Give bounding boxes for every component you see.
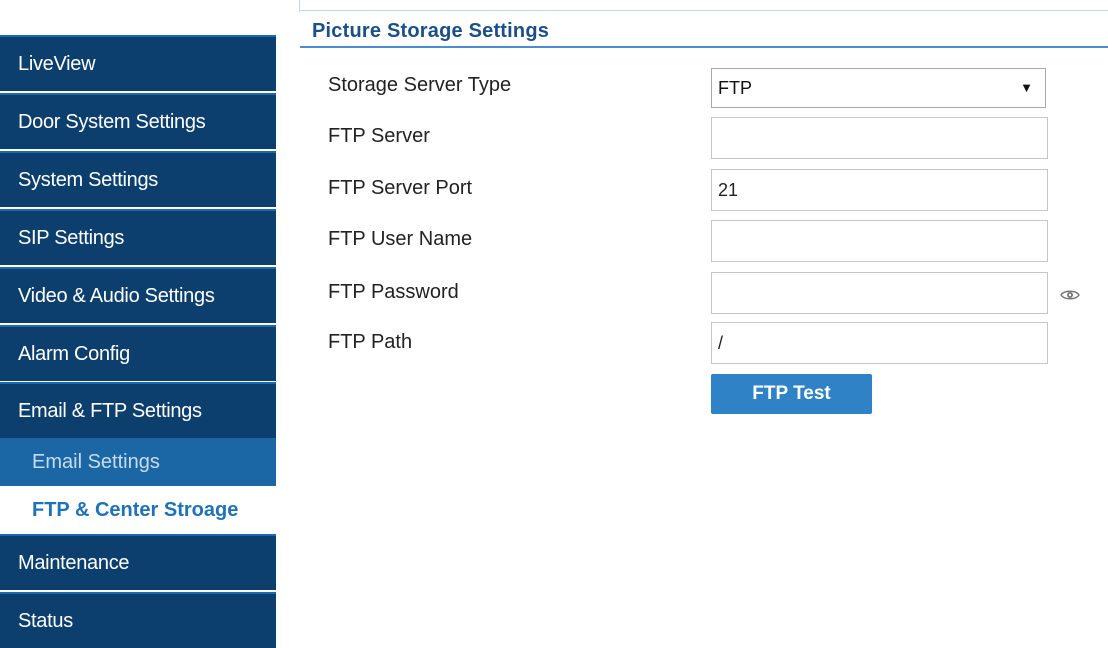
ftp-test-button[interactable]: FTP Test <box>711 374 872 414</box>
sidebar-item-status[interactable]: Status <box>0 592 276 648</box>
ftp-server-input[interactable] <box>711 117 1048 159</box>
sidebar-item-alarm-config[interactable]: Alarm Config <box>0 325 276 381</box>
eye-icon[interactable] <box>1060 288 1080 302</box>
section-title-underline <box>300 46 1108 48</box>
sidebar-item-email-ftp-settings[interactable]: Email & FTP Settings <box>0 382 276 438</box>
sidebar-item-label: Status <box>18 609 73 632</box>
ftp-server-port-input[interactable] <box>711 169 1048 211</box>
sidebar-subitem-ftp-center-storage[interactable]: FTP & Center Stroage <box>0 486 276 534</box>
sidebar: LiveView Door System Settings System Set… <box>0 0 276 648</box>
ftp-path-input[interactable] <box>711 322 1048 364</box>
storage-server-type-label: Storage Server Type <box>328 74 512 96</box>
sidebar-item-liveview[interactable]: LiveView <box>0 35 276 91</box>
ftp-server-label: FTP Server <box>328 125 430 147</box>
sidebar-subitem-email-settings[interactable]: Email Settings <box>0 438 276 486</box>
sidebar-subitem-label: Email Settings <box>32 450 160 473</box>
sidebar-item-label: LiveView <box>18 52 96 75</box>
sidebar-item-label: Maintenance <box>18 551 130 574</box>
sidebar-item-sip-settings[interactable]: SIP Settings <box>0 209 276 265</box>
sidebar-item-label: System Settings <box>18 168 159 191</box>
section-title: Picture Storage Settings <box>312 20 550 42</box>
storage-server-type-value: FTP <box>718 77 752 98</box>
dropdown-caret-icon: ▼ <box>1020 80 1033 95</box>
ftp-user-name-label: FTP User Name <box>328 228 473 250</box>
ftp-password-label: FTP Password <box>328 281 459 303</box>
ftp-server-port-label: FTP Server Port <box>328 177 473 199</box>
storage-server-type-select[interactable]: FTP ▼ <box>711 68 1046 108</box>
sidebar-item-maintenance[interactable]: Maintenance <box>0 534 276 590</box>
sidebar-item-door-system-settings[interactable]: Door System Settings <box>0 93 276 149</box>
sidebar-item-label: Door System Settings <box>18 110 206 133</box>
sidebar-item-label: Video & Audio Settings <box>18 284 215 307</box>
sidebar-subitem-label: FTP & Center Stroage <box>32 498 239 521</box>
sidebar-item-video-audio-settings[interactable]: Video & Audio Settings <box>0 267 276 323</box>
sidebar-item-label: SIP Settings <box>18 226 125 249</box>
section-top-divider <box>299 10 1108 11</box>
ftp-user-name-input[interactable] <box>711 220 1048 262</box>
sidebar-item-label: Alarm Config <box>18 342 130 365</box>
sidebar-item-label: Email & FTP Settings <box>18 399 202 422</box>
ftp-password-input[interactable] <box>711 272 1048 314</box>
ftp-path-label: FTP Path <box>328 331 413 353</box>
sidebar-item-system-settings[interactable]: System Settings <box>0 151 276 207</box>
sidebar-top-spacer <box>0 0 276 37</box>
section-left-divider <box>299 0 300 12</box>
